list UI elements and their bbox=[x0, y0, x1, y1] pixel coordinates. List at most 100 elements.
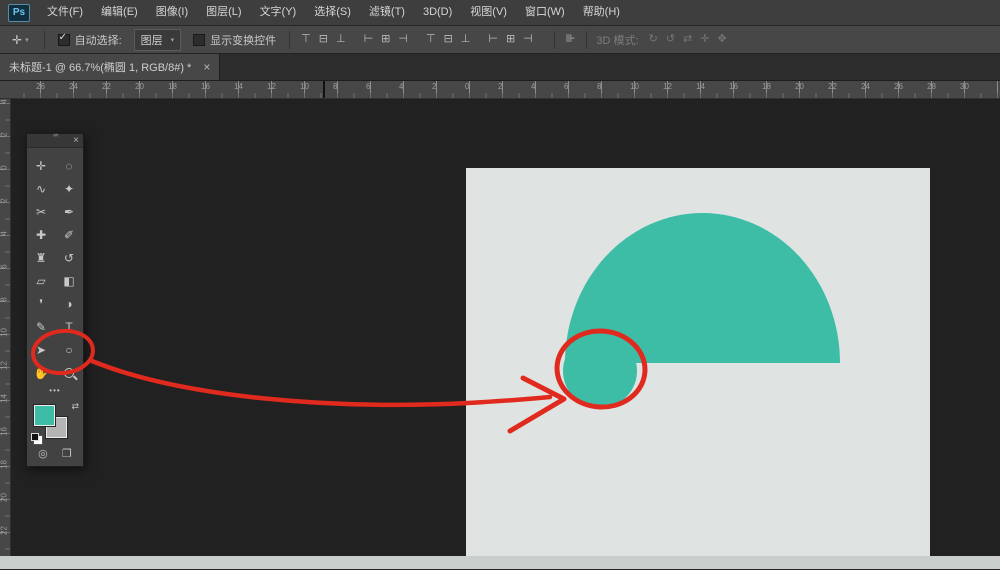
ruler-number-h: 2 bbox=[498, 82, 502, 91]
default-colors-icon[interactable] bbox=[31, 433, 39, 441]
type-tool-icon: T bbox=[65, 320, 72, 334]
options-separator bbox=[554, 31, 555, 49]
distribute-vertical-centers-icon[interactable]: ⊟ bbox=[440, 26, 457, 53]
3d-scale-icon: ✥ bbox=[713, 26, 730, 53]
ruler-number-h: 0 bbox=[465, 82, 469, 91]
history-brush-tool[interactable]: ↺ bbox=[55, 246, 83, 269]
menu-item-edit[interactable]: 编辑(E) bbox=[92, 0, 147, 25]
move-tool[interactable]: ✛ bbox=[27, 154, 55, 177]
menu-item-window[interactable]: 窗口(W) bbox=[516, 0, 574, 25]
pen-tool[interactable]: ✎ bbox=[27, 315, 55, 338]
eraser-tool[interactable]: ▱ bbox=[27, 269, 55, 292]
gradient-tool[interactable]: ◧ bbox=[55, 269, 83, 292]
crop-tool[interactable]: ✂ bbox=[27, 200, 55, 223]
ruler-number-h: 14 bbox=[234, 82, 243, 91]
brush-tool[interactable]: ✐ bbox=[55, 223, 83, 246]
align-bottom-edges-icon[interactable]: ⊥ bbox=[332, 26, 350, 53]
auto-align-layers-icon[interactable]: ⊪ bbox=[562, 26, 580, 53]
distribute-bottom-edges-icon[interactable]: ⊥ bbox=[457, 26, 475, 53]
menu-item-file[interactable]: 文件(F) bbox=[38, 0, 92, 25]
3d-mode-group: 3D 模式: ↻↺⇄✛✥ bbox=[594, 26, 730, 53]
align-top-edges-icon[interactable]: ⊤ bbox=[297, 26, 315, 53]
layer-group-dropdown[interactable]: 图层 ▾ bbox=[134, 29, 182, 51]
foreground-color-swatch[interactable] bbox=[34, 405, 55, 426]
horizontal-ruler[interactable]: 2624222018161412108642024681012141618202… bbox=[10, 81, 1000, 99]
blur-tool[interactable]: ❜ bbox=[27, 292, 55, 315]
distribute-right-edges-icon[interactable]: ⊣ bbox=[519, 26, 537, 53]
hand-tool-icon: ✋ bbox=[34, 366, 49, 380]
show-transform-checkbox[interactable] bbox=[193, 34, 205, 46]
ruler-number-h: 6 bbox=[366, 82, 370, 91]
menu-item-type[interactable]: 文字(Y) bbox=[251, 0, 306, 25]
panel-close-icon[interactable]: × bbox=[73, 134, 79, 147]
align-distribute-icons: ⊤⊟⊥⊢⊞⊣⊤⊟⊥⊢⊞⊣ bbox=[297, 26, 547, 53]
menu-item-3d[interactable]: 3D(D) bbox=[414, 0, 461, 25]
tools-panel-titlebar[interactable]: ^^ × bbox=[27, 134, 83, 148]
menu-item-image[interactable]: 图像(I) bbox=[147, 0, 197, 25]
ellipse-tool-icon: ○ bbox=[65, 343, 72, 357]
ruler-number-h: 16 bbox=[729, 82, 738, 91]
document-canvas[interactable] bbox=[466, 168, 930, 569]
document-tab[interactable]: 未标题-1 @ 66.7%(椭圆 1, RGB/8#) * × bbox=[0, 54, 220, 80]
ruler-number-h: 12 bbox=[267, 82, 276, 91]
hand-tool[interactable]: ✋ bbox=[27, 361, 55, 384]
ruler-number-v: 10 bbox=[0, 327, 9, 339]
eyedropper-tool[interactable]: ✒ bbox=[55, 200, 83, 223]
align-horizontal-centers-icon[interactable]: ⊞ bbox=[377, 26, 394, 53]
ruler-number-h: 4 bbox=[531, 82, 535, 91]
distribute-top-edges-icon[interactable]: ⊤ bbox=[422, 26, 440, 53]
panel-collapse-icon[interactable]: ^^ bbox=[53, 134, 58, 141]
auto-select-checkbox[interactable] bbox=[58, 34, 70, 46]
quick-selection-tool[interactable]: ✦ bbox=[55, 177, 83, 200]
menu-item-help[interactable]: 帮助(H) bbox=[574, 0, 629, 25]
color-swatches: ⇄ bbox=[27, 399, 83, 445]
zoom-tool[interactable] bbox=[55, 361, 83, 384]
menu-item-select[interactable]: 选择(S) bbox=[305, 0, 360, 25]
menu-item-layer[interactable]: 图层(L) bbox=[197, 0, 250, 25]
type-tool[interactable]: T bbox=[55, 315, 83, 338]
ellipse-tool[interactable]: ○ bbox=[55, 338, 83, 361]
canvas-area[interactable] bbox=[0, 98, 1000, 569]
align-left-edges-icon[interactable]: ⊢ bbox=[360, 26, 378, 53]
menu-bar-items: 文件(F)编辑(E)图像(I)图层(L)文字(Y)选择(S)滤镜(T)3D(D)… bbox=[38, 0, 629, 25]
ruler-number-h: 30 bbox=[960, 82, 969, 91]
ruler-number-h: 4 bbox=[399, 82, 403, 91]
show-transform-option[interactable]: 显示变换控件 bbox=[193, 32, 276, 48]
edit-toolbar-button[interactable]: ••• bbox=[27, 384, 83, 399]
ruler-number-v: 18 bbox=[0, 459, 9, 471]
lasso-tool-icon: ∿ bbox=[36, 182, 46, 196]
quick-mask-icon[interactable]: ◎ bbox=[38, 447, 48, 460]
auto-select-option[interactable]: 自动选择: bbox=[58, 32, 122, 48]
ruler-number-h: 18 bbox=[168, 82, 177, 91]
distribute-horizontal-centers-icon[interactable]: ⊞ bbox=[502, 26, 519, 53]
tools-grid: ✛◌ ∿ ✦✂✒✚✐♜↺ ▱ ◧ ❜ ◑✎ T ➤ ○ ✋ bbox=[27, 148, 83, 384]
lasso-tool[interactable]: ∿ bbox=[27, 177, 55, 200]
ruler-number-h: 2 bbox=[432, 82, 436, 91]
ruler-number-h: 26 bbox=[894, 82, 903, 91]
healing-brush-tool[interactable]: ✚ bbox=[27, 223, 55, 246]
path-selection-tool[interactable]: ➤ bbox=[27, 338, 55, 361]
3d-drag-icon: ⇄ bbox=[679, 26, 696, 53]
dodge-tool[interactable]: ◑ bbox=[55, 292, 83, 315]
distribute-left-edges-icon[interactable]: ⊢ bbox=[484, 26, 502, 53]
align-right-edges-icon[interactable]: ⊣ bbox=[394, 26, 412, 53]
swap-colors-icon[interactable]: ⇄ bbox=[71, 401, 79, 412]
align-vertical-centers-icon[interactable]: ⊟ bbox=[315, 26, 332, 53]
menu-item-view[interactable]: 视图(V) bbox=[461, 0, 516, 25]
move-tool-preset-button[interactable]: ✛ ▾ bbox=[0, 33, 37, 47]
screen-mode-icon[interactable]: ❐ bbox=[62, 447, 72, 460]
eraser-tool-icon: ▱ bbox=[36, 274, 45, 288]
gradient-tool-icon: ◧ bbox=[63, 274, 74, 288]
status-bar bbox=[0, 556, 1000, 569]
tab-close-icon[interactable]: × bbox=[203, 60, 210, 74]
document-tab-title: 未标题-1 @ 66.7%(椭圆 1, RGB/8#) * bbox=[9, 59, 191, 75]
vertical-ruler[interactable]: 42024681012141618202224 bbox=[0, 98, 11, 569]
path-selection-tool-icon: ➤ bbox=[36, 343, 46, 357]
clone-stamp-tool[interactable]: ♜ bbox=[27, 246, 55, 269]
blur-tool-icon: ❜ bbox=[39, 297, 43, 311]
menu-item-filter[interactable]: 滤镜(T) bbox=[360, 0, 414, 25]
ruler-number-h: 24 bbox=[69, 82, 78, 91]
ruler-number-h: 20 bbox=[135, 82, 144, 91]
ellipse-marquee-tool[interactable]: ◌ bbox=[55, 154, 83, 177]
ruler-number-v: 16 bbox=[0, 426, 9, 438]
